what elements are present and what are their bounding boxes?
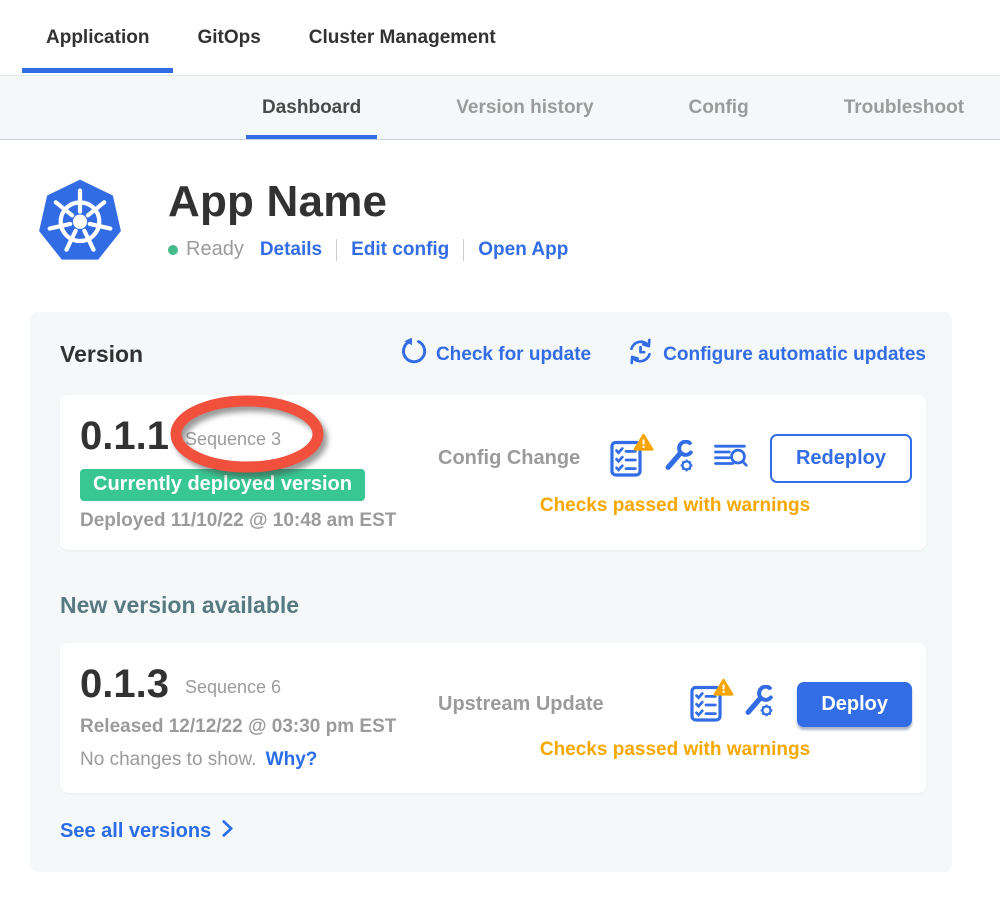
details-link[interactable]: Details <box>260 239 322 261</box>
version-heading: Version <box>60 341 143 368</box>
auto-update-icon <box>627 338 654 371</box>
see-all-versions-label: See all versions <box>60 820 211 843</box>
primary-nav: Application GitOps Cluster Management <box>0 0 1000 75</box>
released-timestamp: Released 12/12/22 @ 03:30 pm EST <box>80 716 438 738</box>
app-tabs-nav: Dashboard Version history Config Trouble… <box>0 75 1000 140</box>
config-wrench-icon[interactable] <box>662 440 695 478</box>
preflight-checks-status: Checks passed with warnings <box>438 495 912 517</box>
new-source-label: Upstream Update <box>438 693 604 716</box>
divider <box>463 239 464 261</box>
redeploy-button[interactable]: Redeploy <box>770 434 912 483</box>
see-all-versions-link[interactable]: See all versions <box>60 819 234 844</box>
warning-triangle-icon <box>633 433 654 457</box>
diff-files-icon[interactable] <box>713 441 748 476</box>
check-for-update-label: Check for update <box>436 344 591 366</box>
preflight-checklist-icon[interactable] <box>610 440 644 478</box>
page-title: App Name <box>168 178 568 226</box>
status-label: Ready <box>186 238 244 261</box>
open-app-link[interactable]: Open App <box>478 239 568 261</box>
app-header: App Name Ready Details Edit config Open … <box>38 178 1000 262</box>
nav-item-gitops[interactable]: GitOps <box>173 0 284 75</box>
warning-triangle-icon <box>713 678 734 702</box>
config-wrench-icon[interactable] <box>742 685 775 723</box>
why-link[interactable]: Why? <box>266 749 318 770</box>
tab-dashboard[interactable]: Dashboard <box>246 76 377 139</box>
edit-config-link[interactable]: Edit config <box>351 239 449 261</box>
chevron-right-icon <box>221 819 234 844</box>
current-version-number: 0.1.1 <box>80 413 169 459</box>
refresh-icon <box>400 338 427 371</box>
tab-troubleshoot[interactable]: Troubleshoot <box>828 76 980 139</box>
configure-auto-updates-link[interactable]: Configure automatic updates <box>627 338 926 371</box>
version-section: Version Check for update <box>30 312 952 872</box>
current-source-label: Config Change <box>438 447 580 470</box>
new-version-heading: New version available <box>60 592 926 619</box>
preflight-checklist-icon[interactable] <box>690 685 724 723</box>
new-sequence-label: Sequence 6 <box>185 671 281 698</box>
deploy-button[interactable]: Deploy <box>797 682 912 727</box>
new-version-card: 0.1.3 Sequence 6 Released 12/12/22 @ 03:… <box>60 643 926 793</box>
deployed-badge: Currently deployed version <box>80 469 365 501</box>
kubernetes-logo-icon <box>38 178 122 262</box>
tab-config[interactable]: Config <box>673 76 765 139</box>
current-version-card: 0.1.1 Sequence 3 Currently deployed vers… <box>60 395 926 550</box>
no-changes-label: No changes to show. <box>80 749 256 770</box>
current-sequence-label: Sequence 3 <box>185 423 281 450</box>
configure-auto-updates-label: Configure automatic updates <box>663 344 926 366</box>
nav-item-application[interactable]: Application <box>22 0 173 75</box>
tab-version-history[interactable]: Version history <box>440 76 609 139</box>
new-version-number: 0.1.3 <box>80 661 169 707</box>
status-dot-icon <box>168 245 178 255</box>
deployed-timestamp: Deployed 11/10/22 @ 10:48 am EST <box>80 510 438 532</box>
preflight-checks-status: Checks passed with warnings <box>438 739 912 761</box>
divider <box>336 239 337 261</box>
nav-item-cluster-management[interactable]: Cluster Management <box>285 0 520 75</box>
check-for-update-link[interactable]: Check for update <box>400 338 591 371</box>
